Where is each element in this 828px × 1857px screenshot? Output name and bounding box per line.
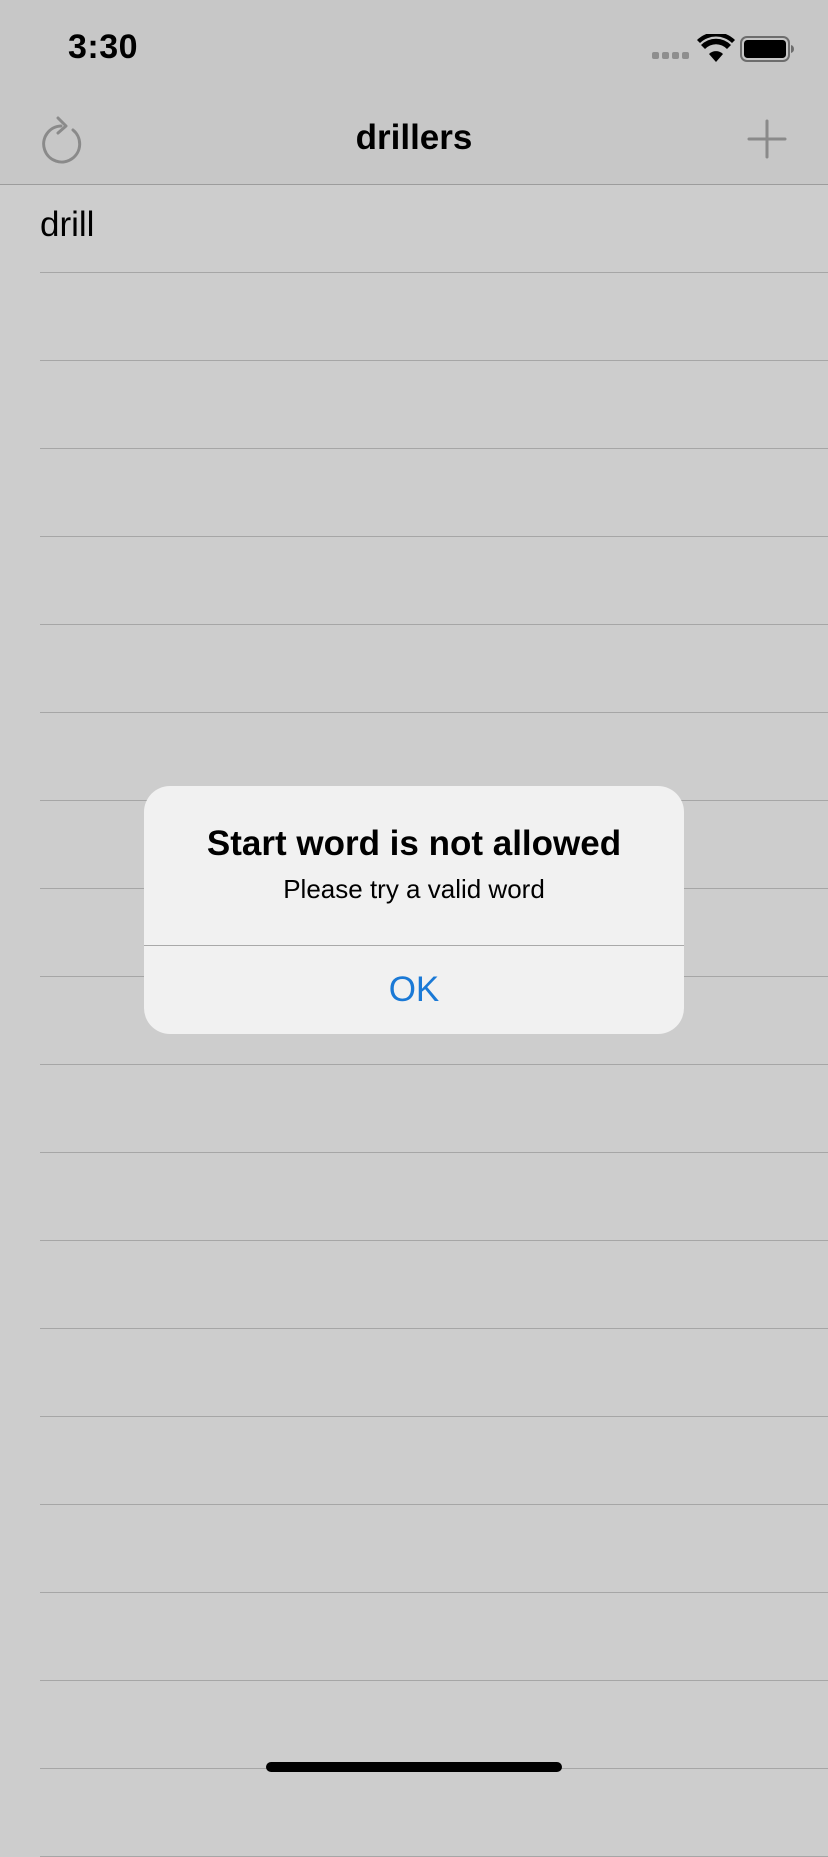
list-item[interactable]	[40, 625, 828, 713]
list-item[interactable]	[40, 361, 828, 449]
home-indicator	[266, 1762, 562, 1772]
plus-icon[interactable]	[746, 118, 788, 160]
alert-dialog: Start word is not allowed Please try a v…	[144, 786, 684, 1034]
wifi-icon	[697, 34, 735, 62]
list-item[interactable]	[40, 1417, 828, 1505]
list-item[interactable]	[40, 1681, 828, 1769]
list-item[interactable]	[40, 1593, 828, 1681]
list-item[interactable]	[40, 273, 828, 361]
list-item-label: drill	[40, 205, 95, 244]
ok-button[interactable]: OK	[144, 946, 684, 1034]
list-item[interactable]	[40, 1505, 828, 1593]
battery-icon	[740, 36, 794, 62]
list-item[interactable]	[40, 449, 828, 537]
list-item[interactable]	[40, 1241, 828, 1329]
signal-icon	[652, 52, 689, 59]
navigation-bar: drillers	[0, 96, 828, 185]
list-item[interactable]	[40, 1769, 828, 1857]
alert-message: Please try a valid word	[283, 874, 545, 904]
list-item[interactable]	[40, 1329, 828, 1417]
alert-title: Start word is not allowed	[206, 824, 622, 863]
page-title: drillers	[355, 118, 473, 157]
status-time: 3:30	[68, 28, 139, 66]
list-item[interactable]	[40, 537, 828, 625]
list-item[interactable]	[40, 1153, 828, 1241]
list-item[interactable]	[40, 1065, 828, 1153]
status-bar: 3:30	[0, 0, 828, 96]
list-item[interactable]: drill	[40, 185, 828, 273]
